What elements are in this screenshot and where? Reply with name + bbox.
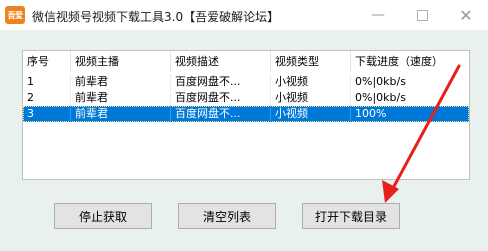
annotation-arrow-icon [382, 64, 461, 203]
